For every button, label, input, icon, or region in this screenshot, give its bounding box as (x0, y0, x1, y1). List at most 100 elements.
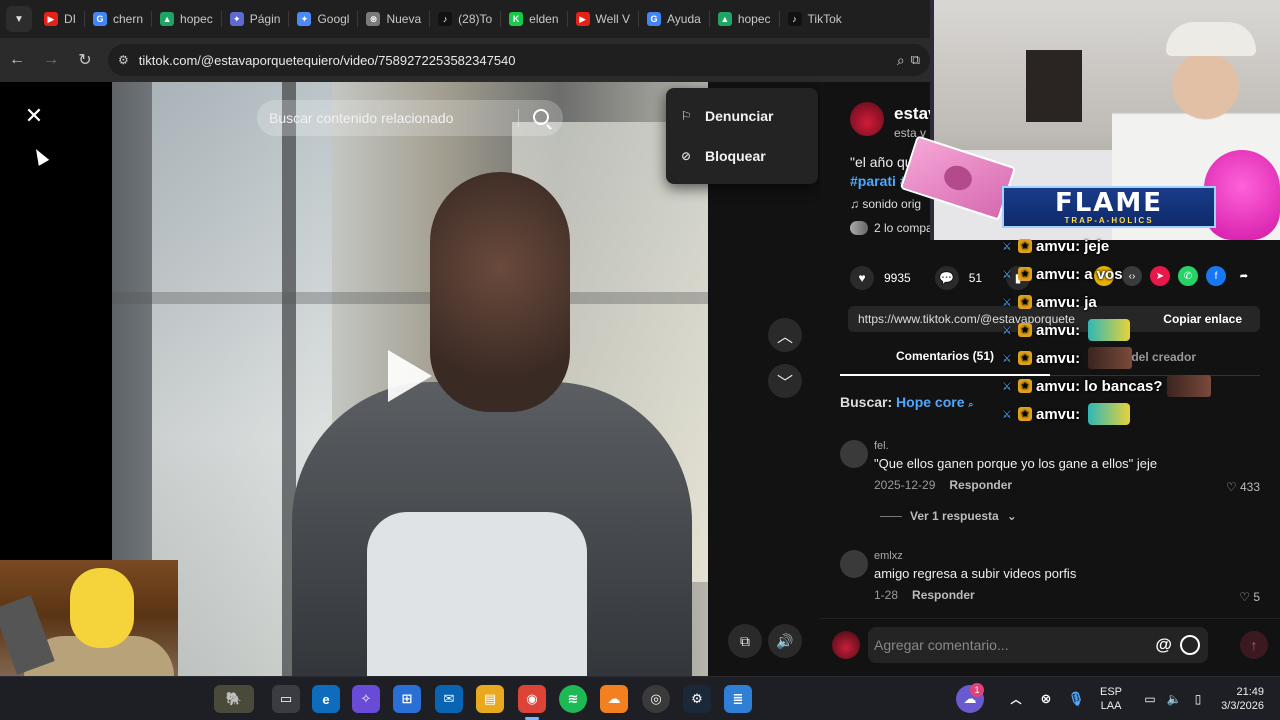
post-sound[interactable]: ♫ sonido orig (850, 197, 921, 211)
post-hashtags[interactable]: #parati # (850, 173, 908, 189)
comment-likes[interactable]: ♡ 5 (1239, 590, 1260, 604)
heart-icon[interactable]: ♥ (850, 266, 874, 290)
chat-message: ⚔ ★ amvu: a vos (1002, 260, 1262, 288)
browser-tab[interactable]: ▲ hopec (710, 4, 779, 34)
shared-avatars (850, 221, 868, 235)
subscriber-badge-icon: ★ (1018, 407, 1032, 421)
comment-date: 1-28 (874, 588, 899, 602)
comment-input[interactable]: Agregar comentario... @ (868, 627, 1208, 663)
obs-icon[interactable]: ◎ (642, 685, 670, 713)
browser-tab[interactable]: ✦ Googl (289, 4, 357, 34)
chat-username: amvu: (1036, 405, 1081, 423)
chat-username: amvu: (1036, 237, 1081, 255)
tab-list: ▶ DI Gchern ▲ hopec ✦ Págin ✦ Googl ⊛ Nueva ♪ (28)To… (36, 4, 850, 34)
menu-item-report[interactable]: ⚐ Denunciar (666, 96, 818, 136)
browser-tab[interactable]: ✦ Págin (222, 4, 289, 34)
store-icon[interactable]: ⊞ (393, 685, 421, 713)
outlook-icon[interactable]: ✉ (435, 685, 463, 713)
back-icon[interactable]: ← (0, 43, 34, 77)
comment-input-placeholder: Agregar comentario... (874, 637, 1009, 653)
site-settings-icon[interactable]: ⚙ (118, 53, 129, 67)
edge-icon[interactable]: e (312, 685, 340, 713)
search-suggestion[interactable]: Buscar: Hope core ⌕ (840, 394, 973, 410)
view-replies-button[interactable]: Ver 1 respuesta ⌄ (880, 509, 1017, 523)
tab-label: hopec (737, 12, 771, 26)
browser-tab[interactable]: ♪ TikTok (780, 4, 850, 34)
comment-avatar[interactable] (840, 440, 868, 468)
browser-tab[interactable]: ⊛ Nueva (358, 4, 429, 34)
reply-button[interactable]: Responder (912, 588, 975, 602)
chat-message: ⚔ ★ amvu: ja (1002, 288, 1262, 316)
chat-emote (1088, 347, 1133, 369)
microphone-icon[interactable]: 🎙 (1062, 685, 1090, 713)
comment-likes[interactable]: ♡ 433 (1226, 480, 1260, 494)
floating-player-button[interactable]: ⧉ (728, 624, 762, 658)
url-field[interactable]: ⚙ tiktok.com/@estavaporquetequiero/video… (108, 44, 930, 76)
browser-tab[interactable]: G Ayuda (639, 4, 709, 34)
comment-username[interactable]: fel. (874, 440, 889, 452)
volume-button[interactable]: 🔊 (768, 624, 802, 658)
comment-username[interactable]: emlxz (874, 550, 903, 562)
chevron-up-icon[interactable]: ︿ (1002, 685, 1030, 713)
music-note-icon: ♫ (850, 197, 863, 211)
reload-icon[interactable]: ↻ (68, 43, 102, 77)
video-player[interactable] (112, 82, 708, 676)
steam-icon[interactable]: ⚙ (683, 685, 711, 713)
file-explorer-icon[interactable]: ▤ (476, 685, 504, 713)
post-sound-label: sonido orig (862, 197, 922, 211)
next-video-button[interactable]: ﹀ (768, 364, 802, 398)
search-suggestion-term[interactable]: Hope core (896, 394, 964, 410)
shared-by-label: 2 lo compa (874, 221, 933, 235)
reply-button[interactable]: Responder (949, 478, 1012, 492)
emoji-icon[interactable] (1180, 635, 1200, 655)
network-off-icon[interactable]: ⊗ (1032, 685, 1060, 713)
chat-message: ⚔ ★ amvu: lo bancas? (1002, 372, 1262, 400)
subscriber-badge-icon: ★ (1018, 295, 1032, 309)
money-portrait (940, 162, 976, 194)
related-search-input[interactable]: Buscar contenido relacionado (257, 100, 563, 136)
comment-avatar[interactable] (840, 550, 868, 578)
chrome-icon[interactable]: ◉ (518, 685, 546, 713)
copilot-icon[interactable]: ✧ (352, 685, 380, 713)
comment-icon[interactable]: 💬 (934, 266, 959, 290)
install-app-icon[interactable]: ⧉ (911, 52, 920, 69)
browser-tab[interactable]: Kelden (501, 4, 566, 34)
send-comment-button[interactable]: ↑ (1240, 631, 1268, 659)
search-icon[interactable] (533, 109, 549, 125)
task-view-icon[interactable]: ▭ (272, 685, 300, 713)
browser-tab[interactable]: ▶ DI (36, 4, 84, 34)
browser-tab[interactable]: ♪ (28)To (430, 4, 500, 34)
play-icon[interactable] (388, 350, 432, 402)
chevron-down-icon: ⌄ (1006, 509, 1017, 523)
chat-message: ⚔ ★ amvu: (1002, 400, 1262, 428)
tab-label: Nueva (386, 12, 422, 26)
language-bottom: LAA (1100, 700, 1122, 712)
language-indicator[interactable]: ESP LAA (1100, 685, 1122, 713)
comment-text: amigo regresa a subir videos porfis (874, 566, 1077, 581)
elephant-widget-icon[interactable]: 🐘 (214, 685, 254, 713)
battery-icon[interactable]: ▯ (1184, 685, 1212, 713)
tab-label: Ayuda (667, 12, 701, 26)
browser-tab[interactable]: Gchern (85, 4, 151, 34)
author-avatar[interactable] (850, 102, 884, 136)
my-avatar (832, 631, 860, 659)
url-text: tiktok.com/@estavaporquetequiero/video/7… (138, 52, 516, 68)
close-icon[interactable]: ✕ (18, 100, 50, 132)
mention-icon[interactable]: @ (1155, 635, 1172, 655)
forward-icon[interactable]: → (34, 43, 68, 77)
notepad-icon[interactable]: ≣ (724, 685, 752, 713)
browser-tab[interactable]: ▲ hopec (152, 4, 221, 34)
address-bar-row: ← → ↻ ⚙ tiktok.com/@estavaporquetequiero… (0, 38, 930, 82)
tab-label: DI (64, 12, 76, 26)
tab-favicon-icon: ✦ (297, 12, 312, 26)
subscriber-badge-icon: ★ (1018, 323, 1032, 337)
shared-by[interactable]: 2 lo compa (850, 221, 933, 235)
system-clock[interactable]: 21:49 3/3/2026 (1212, 685, 1264, 713)
browser-tab[interactable]: ▶ Well V (568, 4, 638, 34)
cloud-icon[interactable]: ☁ (600, 685, 628, 713)
menu-item-block[interactable]: ⊘ Bloquear (666, 136, 818, 176)
spotify-icon[interactable]: ≋ (559, 685, 587, 713)
previous-video-button[interactable]: ︿ (768, 318, 802, 352)
zoom-icon[interactable]: ⌕ (897, 52, 905, 69)
tab-search-dropdown[interactable]: ▼ (6, 6, 32, 32)
